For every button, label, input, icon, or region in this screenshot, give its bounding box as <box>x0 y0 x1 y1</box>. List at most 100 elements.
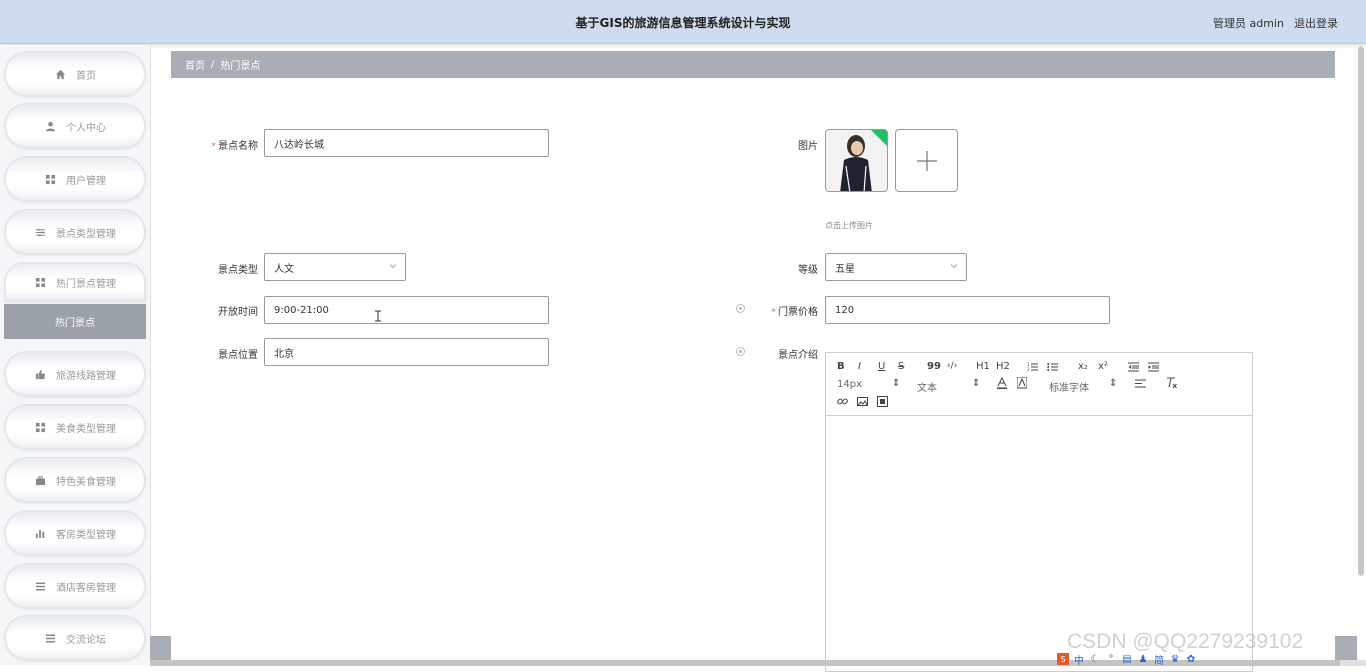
current-user: 管理员 admin <box>1213 17 1284 30</box>
video-insert-icon[interactable] <box>877 396 888 407</box>
list-icon <box>44 632 56 644</box>
breadcrumb-home[interactable]: 首页 <box>185 57 205 72</box>
ime-chinese-icon: 中 <box>1074 655 1084 667</box>
sidebar-item-label: 酒店客房管理 <box>56 582 116 594</box>
user-icon <box>44 120 56 132</box>
watermark: CSDN @QQ2279239102 <box>1067 630 1304 653</box>
name-label: * 景点名称 <box>211 141 258 152</box>
sidebar-item-room-types[interactable]: 客房类型管理 <box>4 510 146 556</box>
sidebar-item-hot-spots[interactable]: 热门景点管理 <box>4 262 146 302</box>
sidebar-item-spot-types[interactable]: 景点类型管理 <box>4 209 146 255</box>
h2-button[interactable]: H2 <box>996 361 1010 372</box>
ordered-list-icon[interactable]: 12 <box>1027 362 1038 372</box>
chevron-down-icon <box>389 264 397 269</box>
clear-format-icon[interactable] <box>1166 377 1177 389</box>
intro-rich-editor[interactable]: B I U S 99 ‹/› H1 H2 12 x₂ x² 14px ⇕ 文本 … <box>825 352 1253 672</box>
vertical-scrollbar[interactable] <box>1358 46 1364 576</box>
ime-settings-icon: ✿ <box>1186 653 1196 665</box>
ime-toolbar: S 中 ☾ ° ▤ ♟ 简 ♛ ✿ <box>1057 652 1197 667</box>
sidebar-item-home[interactable]: 首页 <box>4 51 146 97</box>
spot-type-select[interactable]: 人文 <box>264 253 406 281</box>
sidebar-item-label: 用户管理 <box>66 175 106 187</box>
sidebar-item-users[interactable]: 用户管理 <box>4 156 146 202</box>
sidebar: 首页 个人中心 用户管理 景点类型管理 热门景点管理 热门景点 旅游线路管理 美… <box>0 45 151 666</box>
superscript-button[interactable]: x² <box>1098 361 1108 372</box>
outdent-icon[interactable] <box>1128 362 1139 372</box>
logout-link[interactable]: 退出登录 <box>1294 15 1338 31</box>
ime-punct-icon: ° <box>1108 653 1114 665</box>
sidebar-item-profile[interactable]: 个人中心 <box>4 103 146 149</box>
chevron-updown-icon: ⇕ <box>1109 378 1118 389</box>
sliders-icon <box>34 226 46 238</box>
ime-simplified-icon: 简 <box>1154 655 1164 667</box>
sidebar-item-food[interactable]: 特色美食管理 <box>4 457 146 503</box>
open-time-input[interactable]: 9:00-21:00 <box>264 296 549 324</box>
location-label: 景点位置 <box>218 350 258 361</box>
editor-toolbar: B I U S 99 ‹/› H1 H2 12 x₂ x² 14px ⇕ 文本 … <box>826 353 1252 416</box>
spot-name-input[interactable]: 八达岭长城 <box>264 129 549 157</box>
strike-button[interactable]: S <box>898 361 904 372</box>
info-icon <box>736 347 745 356</box>
intro-label: 景点介绍 <box>778 350 818 361</box>
sidebar-item-label: 交流论坛 <box>66 634 106 646</box>
info-icon <box>736 304 745 313</box>
top-bar: 基于GIS的旅游信息管理系统设计与实现 管理员 admin 退出登录 <box>0 0 1366 44</box>
bold-button[interactable]: B <box>837 361 845 372</box>
sidebar-item-label: 景点类型管理 <box>56 228 116 240</box>
sidebar-item-label: 个人中心 <box>66 122 106 134</box>
grid-icon <box>34 276 46 288</box>
sidebar-item-label: 旅游线路管理 <box>56 370 116 382</box>
font-size-select[interactable]: 14px <box>837 379 862 390</box>
svg-text:2: 2 <box>1027 367 1030 372</box>
sidebar-item-hotel-rooms[interactable]: 酒店客房管理 <box>4 563 146 609</box>
sidebar-item-label: 美食类型管理 <box>56 423 116 435</box>
type-label: 景点类型 <box>218 265 258 276</box>
underline-button[interactable]: U <box>878 361 885 372</box>
upload-image-button[interactable] <box>895 129 958 192</box>
app-title: 基于GIS的旅游信息管理系统设计与实现 <box>575 16 791 30</box>
image-label: 图片 <box>798 141 818 152</box>
sidebar-item-forum[interactable]: 交流论坛 <box>4 615 146 661</box>
grid-icon <box>44 173 56 185</box>
font-family-select[interactable]: 标准字体 <box>1049 379 1089 394</box>
open-time-label: 开放时间 <box>218 307 258 318</box>
uploaded-image-thumbnail[interactable] <box>825 129 888 192</box>
code-block-button[interactable]: ‹/› <box>947 361 957 371</box>
text-cursor-icon <box>375 310 381 322</box>
home-icon <box>54 68 66 80</box>
level-select[interactable]: 五星 <box>825 253 967 281</box>
link-icon[interactable] <box>837 396 848 407</box>
sidebar-item-label: 热门景点管理 <box>56 278 116 290</box>
italic-button[interactable]: I <box>858 361 861 372</box>
ticket-price-input[interactable]: 120 <box>825 296 1110 324</box>
person-photo-icon <box>826 130 887 191</box>
header-format-select[interactable]: 文本 <box>917 379 937 394</box>
sidebar-item-label: 客房类型管理 <box>56 529 116 541</box>
bullet-list-icon[interactable] <box>1047 362 1058 372</box>
align-icon[interactable] <box>1135 379 1146 388</box>
location-input[interactable]: 北京 <box>264 338 549 366</box>
breadcrumb: 首页 / 热门景点 <box>171 51 1335 78</box>
ime-moon-icon: ☾ <box>1090 653 1100 665</box>
image-insert-icon[interactable] <box>857 396 868 407</box>
background-color-icon[interactable] <box>1017 377 1027 389</box>
breadcrumb-separator: / <box>211 59 215 70</box>
sidebar-item-food-types[interactable]: 美食类型管理 <box>4 404 146 450</box>
submenu-hot-spots[interactable]: 热门景点 <box>4 304 146 339</box>
sidebar-item-label: 特色美食管理 <box>56 476 116 488</box>
grid-icon <box>34 421 46 433</box>
level-label: 等级 <box>798 265 818 276</box>
list-icon <box>34 580 46 592</box>
price-label: * 门票价格 <box>771 307 818 318</box>
plus-icon <box>916 150 937 171</box>
thumbs-up-icon <box>34 368 46 380</box>
indent-icon[interactable] <box>1148 362 1159 372</box>
blockquote-button[interactable]: 99 <box>927 361 941 372</box>
sidebar-item-routes[interactable]: 旅游线路管理 <box>4 351 146 397</box>
ime-logo-icon: S <box>1057 653 1069 665</box>
chevron-updown-icon: ⇕ <box>972 378 981 389</box>
briefcase-icon <box>34 474 46 486</box>
subscript-button[interactable]: x₂ <box>1078 361 1088 372</box>
text-color-icon[interactable] <box>997 377 1007 389</box>
h1-button[interactable]: H1 <box>976 361 990 372</box>
